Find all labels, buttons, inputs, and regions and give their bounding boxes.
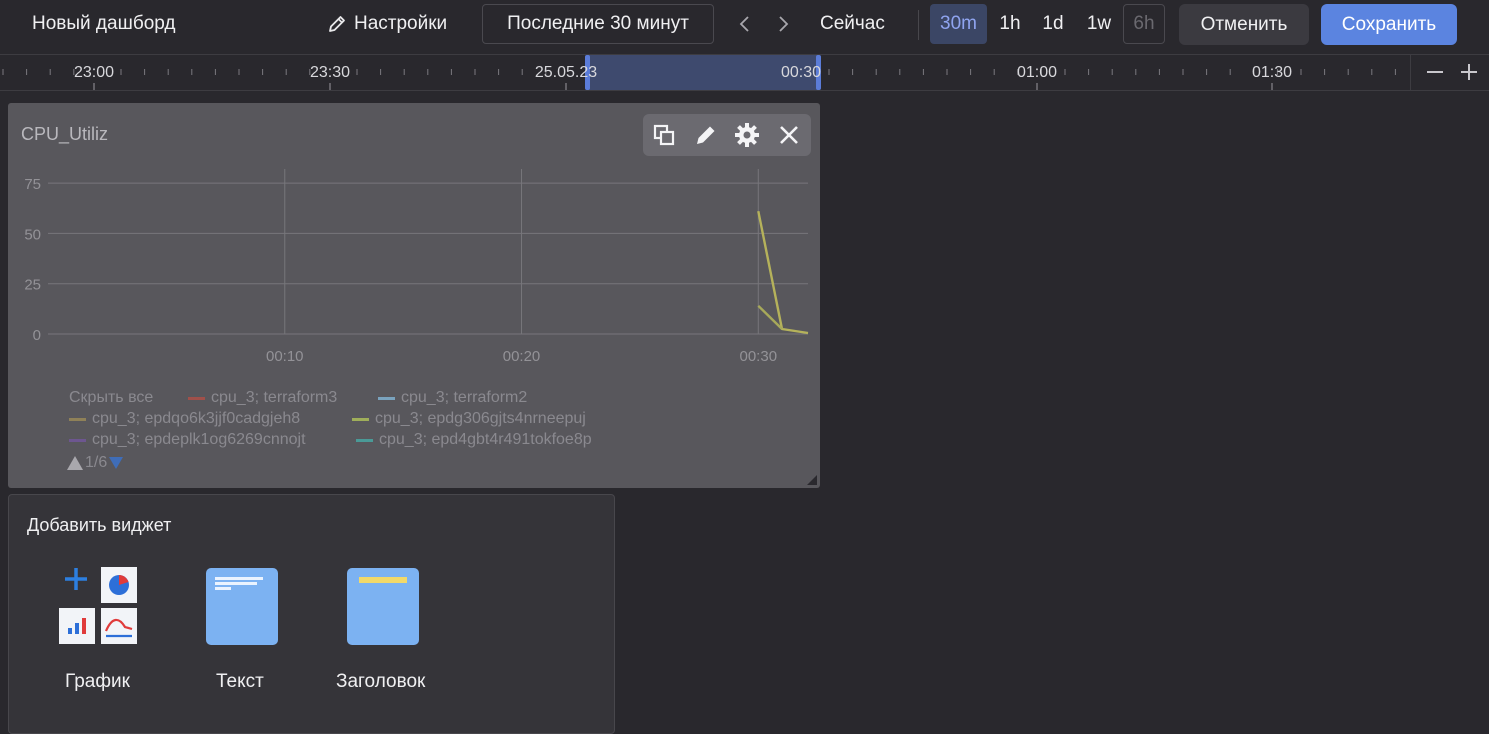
legend-label: cpu_3; terraform2 (401, 389, 528, 406)
widget-toolbar (643, 114, 811, 156)
legend-swatch (188, 396, 205, 400)
legend-item[interactable]: cpu_3; epdg306gjts4nrneepuj (352, 410, 586, 428)
zoom-out-button[interactable] (1422, 59, 1448, 85)
edit-icon (697, 126, 715, 144)
pencil-icon (329, 16, 345, 32)
settings-button[interactable]: Настройки (326, 8, 447, 40)
top-bar: Новый дашборд Настройки Последние 30 мин… (0, 0, 1489, 54)
timeline-label: 01:30 (1252, 64, 1292, 81)
legend-pager: 1/6 (66, 454, 124, 472)
x-tick-label: 00:30 (740, 348, 778, 365)
add-widget-title: Добавить виджет (27, 515, 172, 535)
triangle-down-icon[interactable] (108, 456, 124, 470)
chart-axes: 0 25 50 75 00:10 00:20 00:30 (24, 176, 777, 365)
add-chart-label: График (65, 671, 130, 692)
timeline-label: 23:00 (74, 64, 114, 81)
timeline-label: 00:30 (781, 64, 821, 81)
add-header-label: Заголовок (336, 671, 426, 692)
legend-label: cpu_3; epdqo6k3jjf0cadgjeh8 (92, 410, 301, 427)
plus-icon (1461, 64, 1477, 80)
settings-widget-button[interactable] (732, 120, 762, 150)
cancel-button[interactable]: Отменить (1179, 4, 1309, 45)
y-tick-label: 0 (33, 327, 41, 344)
y-tick-label: 75 (24, 176, 41, 193)
time-range-button[interactable]: Последние 30 минут (482, 4, 714, 44)
timeline-ruler[interactable]: 23:00 23:30 25.05.23 00:30 01:00 01:30 (0, 55, 1410, 90)
settings-label: Настройки (354, 13, 448, 34)
preset-6h[interactable]: 6h (1123, 4, 1165, 44)
legend-page-indicator: 1/6 (85, 454, 108, 471)
legend-swatch (356, 438, 373, 442)
timeline-label: 23:30 (310, 64, 350, 81)
next-period-button[interactable] (769, 8, 797, 40)
gear-icon (735, 123, 759, 147)
legend-swatch (378, 396, 395, 400)
resize-handle-icon[interactable] (807, 475, 817, 485)
legend-swatch (69, 417, 86, 421)
legend-swatch (352, 417, 369, 421)
preset-1d[interactable]: 1d (1034, 4, 1072, 44)
minus-icon (1427, 71, 1443, 73)
chart-widget[interactable]: CPU_Utiliz 025507500:1000:2000:30 (8, 103, 820, 488)
triangle-up-icon[interactable] (66, 455, 84, 471)
timeline-label: 01:00 (1017, 64, 1057, 81)
timeline-label: 25.05.23 (535, 64, 597, 81)
timeline[interactable]: 23:00 23:30 25.05.23 00:30 01:00 01:30 (0, 54, 1489, 91)
add-chart-widget[interactable] (59, 565, 139, 645)
y-tick-label: 50 (24, 226, 41, 243)
legend-item[interactable]: cpu_3; epd4gbt4r491tokfoe8p (356, 431, 592, 449)
legend-hide-all[interactable]: Скрыть все (69, 389, 153, 407)
chevron-left-icon (739, 16, 749, 32)
add-header-widget[interactable] (346, 565, 420, 645)
legend-label: cpu_3; epdg306gjts4nrneepuj (375, 410, 586, 427)
legend-item[interactable]: cpu_3; epdqo6k3jjf0cadgjeh8 (69, 410, 300, 428)
zoom-in-button[interactable] (1456, 59, 1482, 85)
dashboard-title[interactable]: Новый дашборд (32, 13, 176, 35)
preset-30m[interactable]: 30m (930, 4, 987, 44)
y-tick-label: 25 (24, 277, 41, 294)
legend-swatch (69, 438, 86, 442)
preset-1w[interactable]: 1w (1077, 4, 1121, 44)
x-tick-label: 00:10 (266, 348, 304, 365)
timeline-zoom-controls (1410, 55, 1489, 90)
chart-series[interactable] (757, 210, 809, 335)
add-text-widget[interactable] (205, 565, 279, 645)
text-widget-icon (206, 568, 278, 645)
legend-item[interactable]: cpu_3; epdeplk1og6269cnnojt (69, 431, 306, 449)
remove-widget-button[interactable] (774, 120, 804, 150)
preset-1h[interactable]: 1h (991, 4, 1029, 44)
add-text-label: Текст (216, 671, 264, 692)
toolbar-divider (918, 10, 919, 40)
chart-grid (48, 169, 808, 335)
legend-label: cpu_3; epdeplk1og6269cnnojt (92, 431, 306, 448)
legend-label: cpu_3; epd4gbt4r491tokfoe8p (379, 431, 592, 448)
copy-button[interactable] (649, 120, 679, 150)
edit-button[interactable] (691, 120, 721, 150)
now-button[interactable]: Сейчас (820, 13, 885, 35)
legend-label: cpu_3; terraform3 (211, 389, 338, 406)
chevron-right-icon (779, 16, 789, 32)
add-widget-panel: Добавить виджет График Текст Заголовок (8, 494, 615, 734)
legend-item[interactable]: cpu_3; terraform3 (188, 389, 337, 407)
x-tick-label: 00:20 (503, 348, 541, 365)
save-button[interactable]: Сохранить (1321, 4, 1457, 45)
previous-period-button[interactable] (731, 8, 759, 40)
chart-widget-icon (59, 567, 137, 644)
header-widget-icon (347, 568, 419, 645)
close-icon (780, 126, 798, 144)
legend-item[interactable]: cpu_3; terraform2 (378, 389, 527, 407)
copy-icon (653, 124, 675, 146)
